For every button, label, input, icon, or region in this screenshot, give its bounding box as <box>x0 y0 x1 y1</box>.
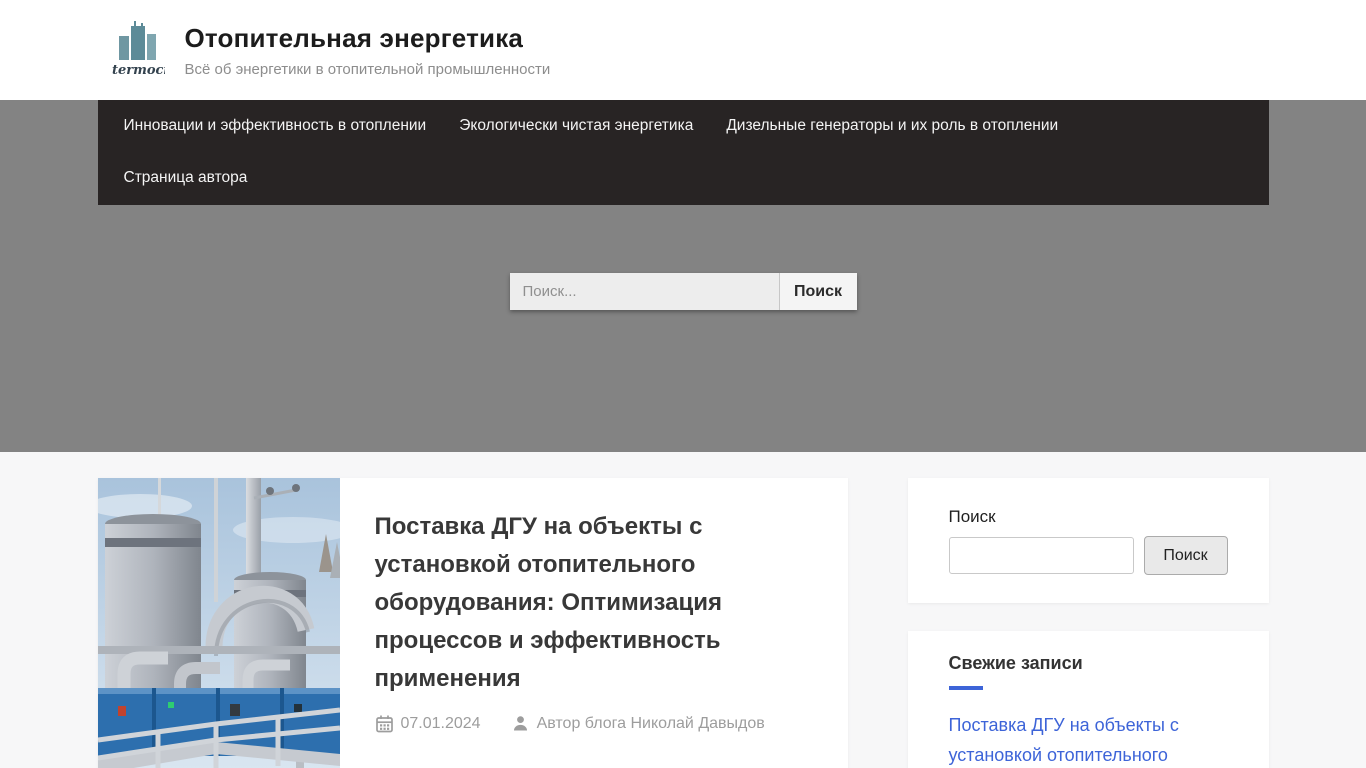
sidebar: Поиск Поиск Свежие записи Поставка ДГУ н… <box>907 478 1269 768</box>
post-author[interactable]: Автор блога Николай Давыдов <box>511 714 765 733</box>
post-author-text: Автор блога Николай Давыдов <box>536 714 765 732</box>
hero-search-button[interactable]: Поиск <box>779 273 857 310</box>
buildings-icon: termocity <box>112 20 183 78</box>
recent-posts-widget: Свежие записи Поставка ДГУ на объекты с … <box>907 631 1269 768</box>
hero-search-input[interactable] <box>509 273 780 310</box>
site-header: termocity Отопительная энергетика Всё об… <box>0 0 1366 100</box>
post-card: Поставка ДГУ на объекты с установкой ото… <box>97 478 848 768</box>
post-title[interactable]: Поставка ДГУ на объекты с установкой ото… <box>375 508 812 698</box>
logo-wordmark: termocity <box>112 63 165 78</box>
site-logo[interactable]: termocity <box>111 18 183 83</box>
sidebar-search-input[interactable] <box>948 537 1134 574</box>
industrial-heating-plant-photo <box>97 478 340 768</box>
post-thumbnail[interactable] <box>97 478 340 768</box>
nav-item-diesel-generators[interactable]: Дизельные генераторы и их роль в отоплен… <box>726 100 1058 152</box>
nav-item-clean-energy[interactable]: Экологически чистая энергетика <box>459 100 693 152</box>
calendar-icon <box>375 715 393 733</box>
recent-posts-heading: Свежие записи <box>948 653 1083 673</box>
sidebar-search-button[interactable]: Поиск <box>1143 536 1228 575</box>
nav-item-author-page[interactable]: Страница автора <box>124 152 248 205</box>
user-icon <box>513 716 527 731</box>
nav-item-innovations[interactable]: Инновации и эффективность в отоплении <box>124 100 427 152</box>
main-nav: Инновации и эффективность в отоплении Эк… <box>97 100 1269 205</box>
heading-accent-bar <box>948 686 983 690</box>
hero-search-form: Поиск <box>509 273 857 310</box>
sidebar-search-widget: Поиск Поиск <box>907 478 1269 603</box>
post-meta: 07.01.2024 Автор блога Николай Давыдов <box>375 714 812 733</box>
sidebar-search-label: Поиск <box>948 507 996 526</box>
site-tagline: Всё об энергетики в отопительной промышл… <box>184 60 551 78</box>
recent-post-link[interactable]: Поставка ДГУ на объекты с установкой ото… <box>949 710 1228 768</box>
site-title[interactable]: Отопительная энергетика <box>185 23 551 54</box>
hero-banner: Инновации и эффективность в отоплении Эк… <box>0 100 1366 452</box>
post-date[interactable]: 07.01.2024 <box>375 714 481 733</box>
post-date-text: 07.01.2024 <box>400 714 481 732</box>
